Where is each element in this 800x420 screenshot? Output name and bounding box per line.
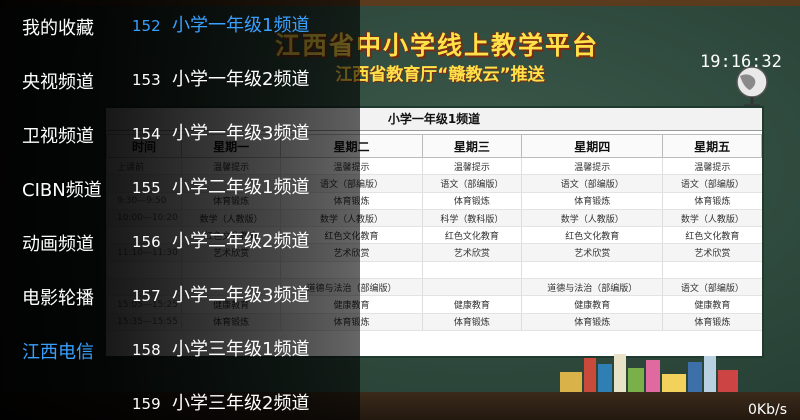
- schedule-cell: [421, 278, 522, 297]
- schedule-cell: 红色文化教育: [662, 226, 762, 245]
- channel-item[interactable]: 154 小学一年级3频道: [118, 119, 358, 149]
- schedule-header-cell: 星期三: [421, 134, 523, 158]
- channel-name: 小学二年级2频道: [172, 231, 310, 252]
- channel-list: 152 小学一年级1频道 153 小学一年级2频道 154 小学一年级3频道 155 小学二年…: [118, 0, 358, 420]
- channel-name: 小学一年级1频道: [172, 15, 310, 36]
- channel-item[interactable]: 157 小学二年级3频道: [118, 281, 358, 311]
- channel-item[interactable]: 158 小学三年级1频道: [118, 335, 358, 365]
- category-item[interactable]: 卫视频道: [22, 122, 118, 148]
- schedule-cell: 健康教育: [421, 295, 522, 314]
- category-item[interactable]: 我的收藏: [22, 14, 118, 40]
- schedule-cell: 体育锻炼: [421, 192, 522, 210]
- category-item[interactable]: 电影轮播: [22, 284, 118, 310]
- channel-name: 小学三年级2频道: [172, 393, 310, 414]
- channel-number: 153: [132, 71, 161, 89]
- schedule-cell: 数学（人教版）: [521, 209, 663, 228]
- category-item[interactable]: CIBN频道: [22, 176, 118, 202]
- schedule-cell: 科学（教科版）: [421, 209, 522, 228]
- channel-number: 156: [132, 233, 161, 251]
- channel-name: 小学一年级3频道: [172, 123, 310, 144]
- schedule-cell: 语文（部编版）: [662, 174, 762, 193]
- channel-number: 157: [132, 287, 161, 305]
- schedule-cell: 红色文化教育: [421, 226, 522, 245]
- channel-name: 小学二年级1频道: [172, 177, 310, 198]
- schedule-cell: 温馨提示: [662, 157, 762, 176]
- schedule-cell: 艺术欣赏: [521, 243, 663, 262]
- schedule-cell: 语文（部编版）: [421, 174, 522, 193]
- channel-number: 154: [132, 125, 161, 143]
- schedule-cell: 道德与法治（部编版）: [521, 278, 663, 297]
- channel-number: 159: [132, 395, 161, 413]
- schedule-cell: [421, 261, 522, 280]
- channel-item[interactable]: 153 小学一年级2频道: [118, 65, 358, 95]
- schedule-cell: 体育锻炼: [521, 313, 663, 331]
- schedule-cell: 语文（部编版）: [521, 174, 663, 193]
- category-list: 我的收藏央视频道卫视频道 CIBN频道 动画频道电影轮播江西电信: [0, 0, 118, 420]
- channel-number: 155: [132, 179, 161, 197]
- schedule-cell: 红色文化教育: [521, 226, 663, 245]
- schedule-cell: 艺术欣赏: [421, 243, 522, 262]
- channel-item[interactable]: 152 小学一年级1频道: [118, 11, 358, 41]
- clock: 19:16:32: [700, 52, 782, 72]
- schedule-cell: 温馨提示: [521, 157, 663, 176]
- schedule-cell: 数学（人教版）: [662, 209, 762, 228]
- category-item[interactable]: 动画频道: [22, 230, 118, 256]
- category-item[interactable]: 央视频道: [22, 68, 118, 94]
- schedule-header-cell: 星期四: [521, 134, 664, 158]
- schedule-cell: 健康教育: [662, 295, 762, 314]
- schedule-cell: 艺术欣赏: [662, 243, 762, 262]
- schedule-cell: 体育锻炼: [662, 192, 762, 210]
- channel-number: 158: [132, 341, 161, 359]
- schedule-cell: 体育锻炼: [662, 313, 762, 331]
- schedule-cell: 温馨提示: [421, 157, 522, 176]
- channel-item[interactable]: 155 小学二年级1频道: [118, 173, 358, 203]
- schedule-cell: [521, 261, 663, 280]
- category-item[interactable]: 江西电信: [22, 338, 118, 364]
- books-decoration: [560, 354, 738, 396]
- channel-number: 152: [132, 17, 161, 35]
- schedule-cell: 体育锻炼: [521, 192, 663, 210]
- schedule-header-cell: 星期五: [662, 134, 762, 158]
- schedule-cell: 健康教育: [521, 295, 663, 314]
- schedule-cell: 语文（部编版）: [662, 278, 762, 297]
- network-speed: 0Kb/s: [748, 402, 787, 418]
- channel-name: 小学一年级2频道: [172, 69, 310, 90]
- schedule-cell: 体育锻炼: [421, 313, 522, 331]
- channel-item[interactable]: 156 小学二年级2频道: [118, 227, 358, 257]
- channel-name: 小学二年级3频道: [172, 285, 310, 306]
- channel-item[interactable]: 159 小学三年级2频道: [118, 389, 358, 419]
- channel-name: 小学三年级1频道: [172, 339, 310, 360]
- schedule-cell: [662, 261, 762, 280]
